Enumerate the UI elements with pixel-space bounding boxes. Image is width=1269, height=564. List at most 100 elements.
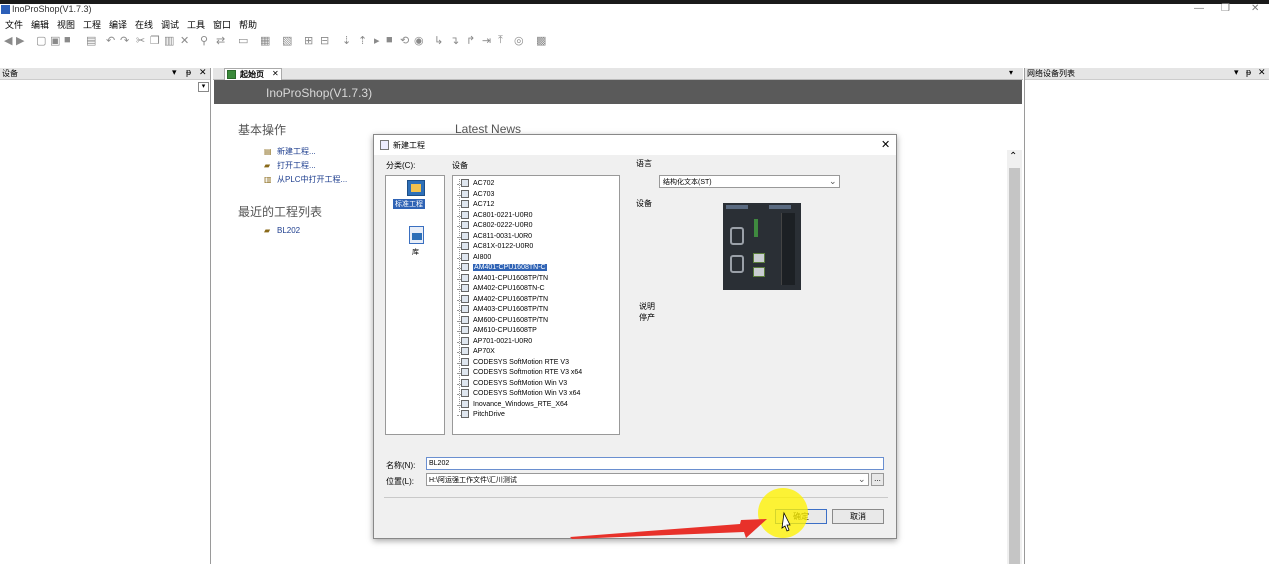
device-list-item[interactable]: AC801-0221-U0R0 bbox=[461, 210, 533, 221]
device-list-item-label: AC81X-0122-U0R0 bbox=[473, 243, 534, 250]
tab-close-icon[interactable]: ✕ bbox=[272, 69, 279, 78]
menu-project[interactable]: 工程 bbox=[83, 18, 101, 31]
device-list-item[interactable]: AM402-CPU1608TN-C bbox=[461, 284, 545, 294]
panel-dropdown-icon[interactable]: ▾ bbox=[1234, 67, 1239, 78]
scroll-up-icon[interactable]: ⌃ bbox=[1009, 151, 1017, 162]
logout-icon[interactable]: ⊟ bbox=[320, 34, 329, 47]
cancel-button[interactable]: 取消 bbox=[832, 509, 884, 524]
menu-help[interactable]: 帮助 bbox=[239, 18, 257, 31]
step-out-icon[interactable]: ↱ bbox=[466, 34, 475, 47]
open-folder-icon[interactable]: ▣ bbox=[50, 34, 60, 47]
device-list-item-label: AC802-0222-U0R0 bbox=[473, 222, 533, 229]
step-over-icon[interactable]: ↳ bbox=[434, 34, 443, 47]
device-list-label: 设备 bbox=[452, 161, 468, 170]
panel-pin-icon[interactable]: ᵽ bbox=[186, 67, 191, 77]
device-list-item[interactable]: AP70X bbox=[461, 347, 495, 357]
device-list-item[interactable]: CODESYS SoftMotion RTE V3 bbox=[461, 357, 569, 368]
recent-project-item[interactable]: ▰ BL202 bbox=[264, 226, 300, 235]
stop-icon[interactable]: ■ bbox=[386, 34, 393, 46]
device-list-item[interactable]: AC802-0222-U0R0 bbox=[461, 221, 533, 231]
redo-icon[interactable]: ↷ bbox=[120, 34, 129, 47]
panel-close-icon[interactable]: ✕ bbox=[1258, 67, 1266, 78]
new-file-icon[interactable]: ▢ bbox=[36, 34, 46, 47]
replace-icon[interactable]: ⇄ bbox=[216, 34, 225, 47]
delete-icon[interactable]: ✕ bbox=[180, 34, 189, 47]
new-project-link[interactable]: ▤ 新建工程... bbox=[264, 146, 316, 157]
step-into-icon[interactable]: ↴ bbox=[450, 34, 459, 47]
window-icon[interactable]: ▭ bbox=[238, 34, 248, 47]
options-icon[interactable]: ▩ bbox=[536, 34, 546, 47]
breakpoint-icon[interactable]: ◉ bbox=[414, 34, 424, 47]
device-list-item[interactable]: Inovance_Windows_RTE_X64 bbox=[461, 399, 568, 410]
undo-icon[interactable]: ↶ bbox=[106, 34, 115, 47]
cut-icon[interactable]: ✂ bbox=[136, 34, 145, 47]
device-list-item[interactable]: CODESYS SoftMotion Win V3 x64 bbox=[461, 389, 580, 399]
category-standard-project[interactable]: 标准工程 bbox=[391, 178, 441, 212]
device-list-item[interactable]: PitchDrive bbox=[461, 410, 505, 420]
login-icon[interactable]: ⊞ bbox=[304, 34, 313, 47]
minimize-button[interactable]: — bbox=[1194, 3, 1204, 14]
device-list-item[interactable]: CODESYS SoftMotion Win V3 bbox=[461, 378, 567, 389]
device-icon bbox=[461, 399, 469, 408]
paste-icon[interactable]: ▥ bbox=[164, 34, 174, 47]
network-panel-title: 网络设备列表 bbox=[1027, 69, 1075, 78]
browse-button[interactable]: ... bbox=[871, 473, 884, 486]
language-select-value: 结构化文本(ST) bbox=[663, 179, 712, 186]
dialog-close-button[interactable]: ✕ bbox=[881, 138, 890, 151]
device-list-item[interactable]: AC702 bbox=[461, 179, 494, 189]
maximize-button[interactable]: ❐ bbox=[1221, 3, 1230, 14]
device-list-item[interactable]: AC703 bbox=[461, 189, 494, 200]
device-tree-list: AC702 AC703 AC712 AC801-0221-U0R0 AC802-0222… bbox=[452, 175, 620, 435]
language-select[interactable]: 结构化文本(ST) ⌄ bbox=[659, 175, 840, 188]
build-icon[interactable]: ▦ bbox=[260, 34, 270, 47]
copy-icon[interactable]: ❐ bbox=[150, 34, 160, 47]
menu-debug[interactable]: 调试 bbox=[161, 18, 179, 31]
device-list-item[interactable]: AC712 bbox=[461, 200, 494, 210]
write-values-icon[interactable]: ⇥ bbox=[482, 34, 491, 47]
device-list-item[interactable]: CODESYS Softmotion RTE V3 x64 bbox=[461, 368, 582, 378]
open-from-plc-link[interactable]: ▥ 从PLC中打开工程... bbox=[264, 174, 347, 185]
menu-window[interactable]: 窗口 bbox=[213, 18, 231, 31]
device-list-item[interactable]: AM403-CPU1608TP/TN bbox=[461, 305, 548, 315]
panel-close-icon[interactable]: ✕ bbox=[199, 67, 207, 78]
category-library[interactable]: 库 bbox=[391, 224, 441, 258]
save-icon[interactable]: ■ bbox=[64, 34, 71, 46]
panel-scroll-down-icon[interactable]: ▾ bbox=[198, 82, 209, 92]
panel-pin-icon[interactable]: ᵽ bbox=[1246, 67, 1251, 77]
run-icon[interactable]: ▸ bbox=[374, 34, 380, 47]
open-from-plc-link-label: 从PLC中打开工程... bbox=[277, 175, 348, 184]
print-icon[interactable]: ▤ bbox=[86, 34, 96, 47]
back-icon[interactable]: ◀ bbox=[4, 34, 12, 47]
tab-start-page[interactable]: 起始页 ✕ bbox=[224, 68, 282, 80]
upload-icon[interactable]: ⇡ bbox=[358, 34, 367, 47]
rebuild-icon[interactable]: ▧ bbox=[282, 34, 292, 47]
menu-view[interactable]: 视图 bbox=[57, 18, 75, 31]
menu-build[interactable]: 编译 bbox=[109, 18, 127, 31]
forward-icon[interactable]: ▶ bbox=[16, 34, 24, 47]
reset-icon[interactable]: ⟲ bbox=[400, 34, 409, 47]
menu-edit[interactable]: 编辑 bbox=[31, 18, 49, 31]
open-project-link[interactable]: ▰ 打开工程... bbox=[264, 160, 316, 171]
tab-list-dropdown-icon[interactable]: ▾ bbox=[1009, 68, 1013, 77]
device-list-item[interactable]: AM401-CPU1608TP/TN bbox=[461, 273, 548, 284]
device-list-item[interactable]: AM610-CPU1608TP bbox=[461, 326, 537, 336]
project-name-input[interactable] bbox=[426, 457, 884, 470]
scrollbar-thumb[interactable] bbox=[1009, 168, 1020, 564]
device-list-item[interactable]: AI800 bbox=[461, 252, 491, 263]
description-value: 停产 bbox=[639, 313, 655, 322]
device-list-item[interactable]: AC811-0031-U0R0 bbox=[461, 231, 532, 242]
menu-file[interactable]: 文件 bbox=[5, 18, 23, 31]
device-list-item[interactable]: AM401-CPU1608TN-C bbox=[461, 263, 547, 273]
download-icon[interactable]: ⇣ bbox=[342, 34, 351, 47]
force-values-icon[interactable]: ⤒ bbox=[498, 34, 503, 47]
device-list-item[interactable]: AM600-CPU1608TP/TN bbox=[461, 315, 548, 326]
menu-tools[interactable]: 工具 bbox=[187, 18, 205, 31]
find-icon[interactable]: ⚲ bbox=[200, 34, 208, 47]
close-button[interactable]: ✕ bbox=[1251, 3, 1259, 14]
panel-dropdown-icon[interactable]: ▾ bbox=[172, 67, 177, 78]
menu-online[interactable]: 在线 bbox=[135, 18, 153, 31]
device-list-item[interactable]: AM402-CPU1608TP/TN bbox=[461, 294, 548, 305]
device-list-item[interactable]: AC81X-0122-U0R0 bbox=[461, 242, 533, 252]
device-list-item[interactable]: AP701-0021-U0R0 bbox=[461, 336, 532, 347]
watch-icon[interactable]: ◎ bbox=[514, 34, 524, 47]
